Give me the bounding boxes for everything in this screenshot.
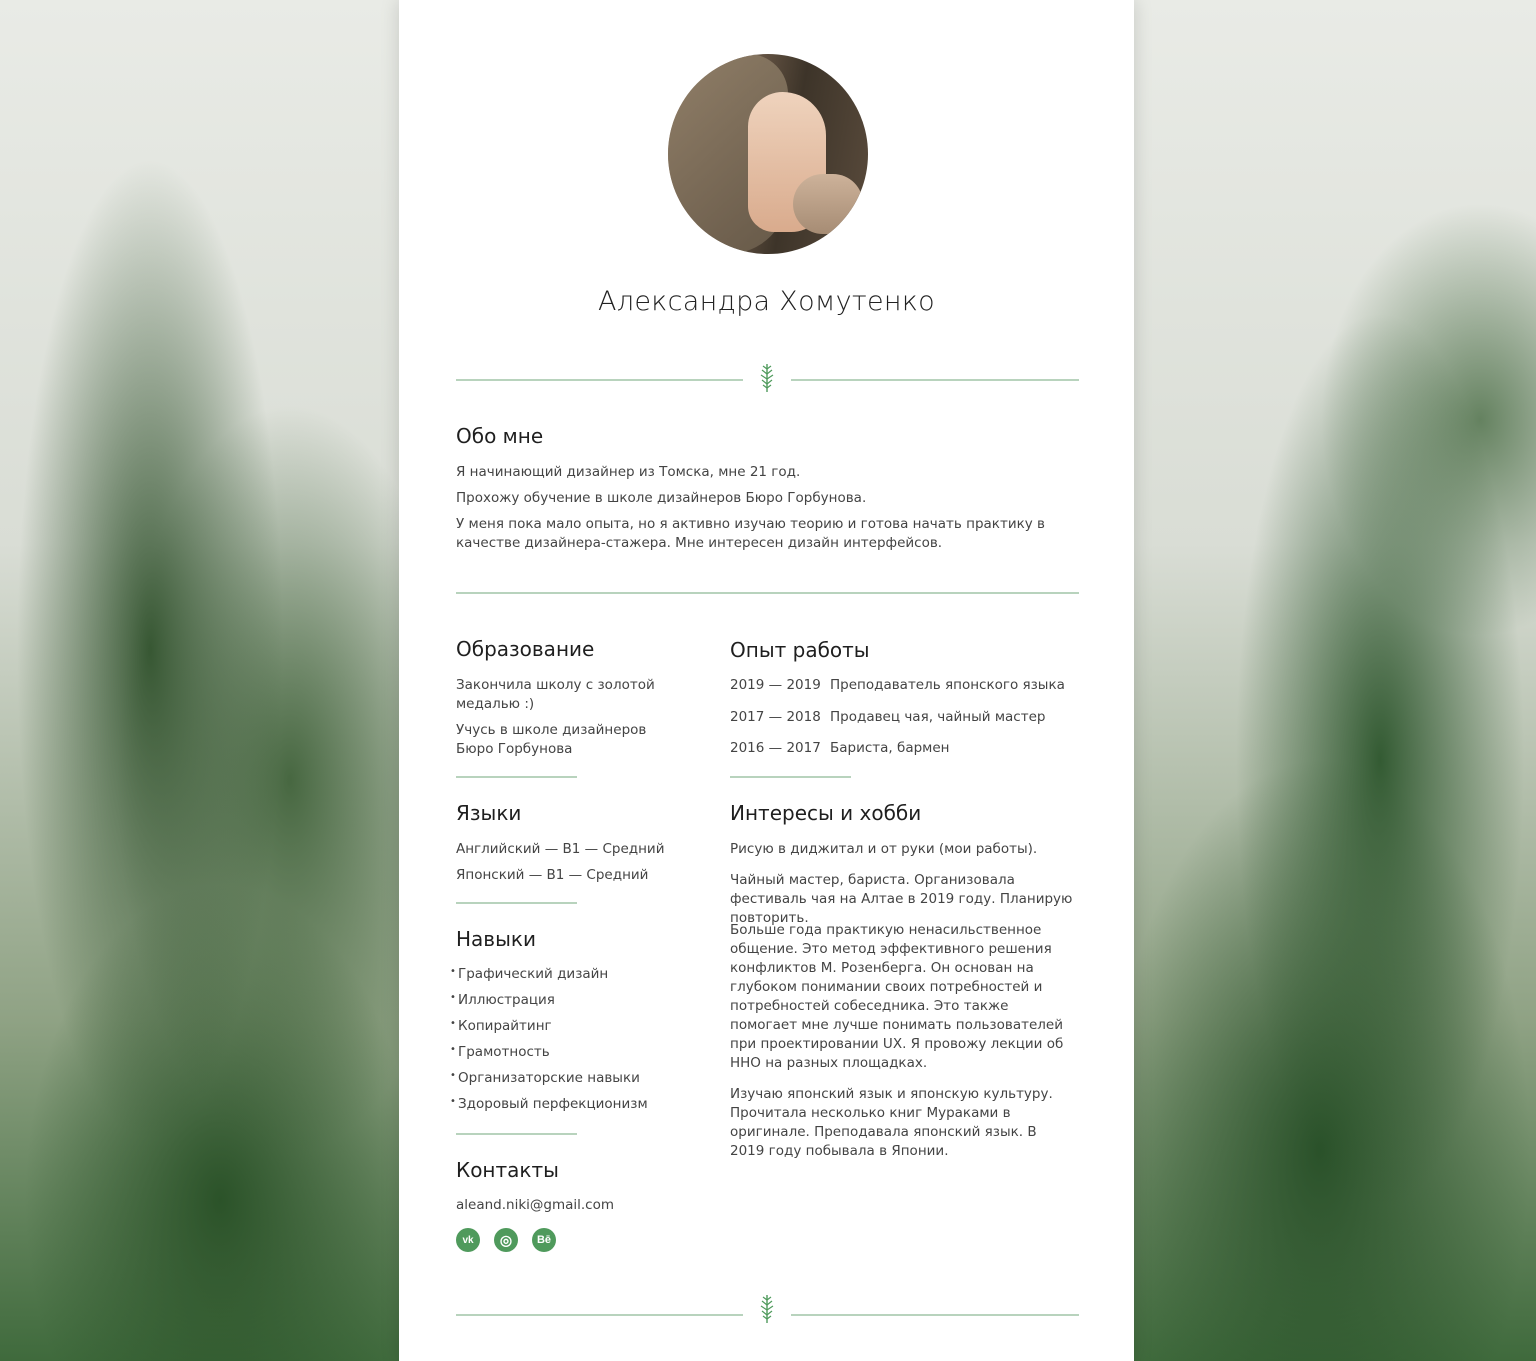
job-years: 2017 — 2018 — [730, 709, 821, 725]
contacts-title: Контакты — [456, 1158, 559, 1182]
footer-divider-right — [791, 1314, 1079, 1316]
language-item: Английский — B1 — Средний — [456, 841, 665, 857]
about-title: Обо мне — [456, 424, 544, 448]
education-item: Закончила школу с золотой медалью :) — [456, 677, 655, 712]
hobby-paragraph-1: Рисую в диджитал и от руки (мои работы). — [730, 841, 1038, 857]
footer-divider-left — [456, 1314, 743, 1316]
job-years: 2016 — 2017 — [730, 740, 821, 756]
skill-item: Здоровый перфекционизм — [450, 1096, 648, 1112]
email-link[interactable]: aleand.niki@gmail.com — [456, 1196, 614, 1215]
skill-item: Графический дизайн — [450, 966, 608, 982]
experience-title: Опыт работы — [730, 638, 870, 662]
about-paragraph-2: Прохожу обучение в школе дизайнеров Бюро… — [456, 490, 867, 506]
job-title: Преподаватель японского языка — [830, 677, 1065, 693]
languages-divider — [456, 902, 577, 904]
hobby-paragraph-3: Больше года практикую ненасильственное о… — [730, 922, 1064, 1071]
job-title: Продавец чая, чайный мастер — [830, 709, 1046, 725]
languages-title: Языки — [456, 801, 522, 825]
education-divider — [456, 776, 577, 778]
language-item: Японский — B1 — Средний — [456, 867, 649, 883]
divider-left — [456, 379, 743, 381]
avatar — [668, 54, 868, 254]
section-divider — [456, 592, 1079, 594]
about-paragraph-3: У меня пока мало опыта, но я активно изу… — [456, 516, 1045, 551]
instagram-icon[interactable]: ◎ — [494, 1228, 518, 1252]
hobby-paragraph-2: Чайный мастер, бариста. Организовала фес… — [730, 872, 1073, 926]
divider-right — [791, 379, 1079, 381]
vk-icon[interactable]: vk — [456, 1228, 480, 1252]
job-title: Бариста, бармен — [830, 740, 950, 756]
profile-name: Александра Хомутенко — [598, 286, 935, 317]
behance-icon[interactable]: Bē — [532, 1228, 556, 1252]
skills-divider — [456, 1133, 577, 1135]
education-title: Образование — [456, 637, 595, 661]
skill-item: Иллюстрация — [450, 992, 555, 1008]
skills-title: Навыки — [456, 927, 536, 951]
job-years: 2019 — 2019 — [730, 677, 821, 693]
avatar-hand — [793, 174, 863, 234]
skill-item: Копирайтинг — [450, 1018, 552, 1034]
experience-divider — [730, 776, 851, 778]
pine-twig-icon — [760, 1295, 774, 1323]
pine-twig-icon — [760, 364, 774, 392]
hobby-paragraph-4: Изучаю японский язык и японскую культуру… — [730, 1086, 1053, 1159]
skill-item: Организаторские навыки — [450, 1070, 640, 1086]
about-paragraph-1: Я начинающий дизайнер из Томска, мне 21 … — [456, 464, 801, 480]
education-item: Учусь в школе дизайнеров Бюро Горбунова — [456, 722, 647, 757]
resume-card: Александра Хомутенко Обо мне Я начинающи… — [399, 0, 1134, 1361]
hobbies-title: Интересы и хобби — [730, 801, 922, 825]
skill-item: Грамотность — [450, 1044, 550, 1060]
